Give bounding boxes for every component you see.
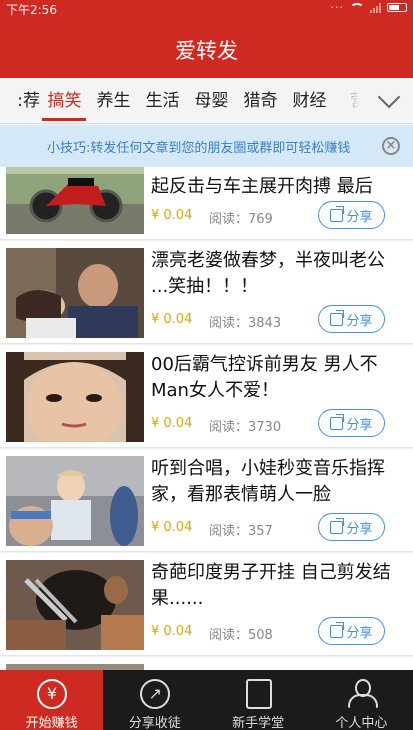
article-title[interactable]: 听到合唱，小娃秒变音乐指挥家，看那表情萌人一脸 — [151, 456, 405, 508]
close-icon[interactable]: × — [382, 137, 400, 155]
article-title[interactable]: 起反击与车主展开肉搏 最后 — [151, 174, 405, 200]
app-title: 爱转发 — [175, 39, 238, 63]
article-thumbnail — [6, 167, 144, 234]
share-icon — [330, 621, 345, 638]
book-icon — [245, 679, 272, 709]
category-tab-life[interactable]: 生活 — [138, 78, 187, 123]
expand-categories-button[interactable] — [372, 78, 413, 123]
article-thumbnail — [6, 352, 144, 442]
reward-price: ¥ 0.04 — [151, 312, 193, 327]
list-item[interactable]: 00后霸气控诉前男友 男人不Man女人不爱！ ¥ 0.04 阅读：3730 分享 — [0, 345, 413, 448]
share-icon — [330, 309, 345, 326]
article-thumbnail — [6, 456, 144, 546]
tab-beginner-school[interactable]: 新手学堂 — [207, 670, 310, 730]
bottom-tab-bar: ¥ 开始赚钱 ↗ 分享收徒 新手学堂 个人中心 — [0, 670, 413, 730]
share-button[interactable]: 分享 — [318, 201, 385, 229]
tab-label: 开始赚钱 — [25, 716, 78, 730]
article-title[interactable]: 奇葩印度男子开挂 自己剪发结果...... — [151, 560, 405, 612]
status-time: 下午2:56 — [6, 3, 57, 17]
list-item[interactable]: 漂亮老婆做春梦，半夜叫老公 ...笑抽！！！ ¥ 0.04 阅读：3843 分享 — [0, 241, 413, 344]
read-count: 阅读：769 — [209, 212, 273, 227]
tab-label: 分享收徒 — [128, 716, 181, 730]
category-tab-odd[interactable]: 猎奇 — [236, 78, 285, 123]
article-title[interactable]: 漂亮老婆做春梦，半夜叫老公 ...笑抽！！！ — [151, 248, 405, 300]
tab-personal-center[interactable]: 个人中心 — [310, 670, 413, 730]
yen-icon: ¥ — [37, 679, 67, 709]
list-item[interactable]: 起反击与车主展开肉搏 最后 ¥ 0.04 阅读：769 分享 — [0, 167, 413, 240]
reward-price: ¥ 0.04 — [151, 624, 193, 639]
category-tab-baby[interactable]: 母婴 — [187, 78, 236, 123]
tip-text: 小技巧:转发任何文章到您的朋友圈或群即可轻松赚钱 — [47, 141, 351, 156]
share-arrow-icon: ↗ — [140, 679, 171, 709]
share-button[interactable]: 分享 — [318, 305, 385, 333]
notification-dots-icon: ··· — [330, 1, 344, 14]
share-label: 分享 — [346, 209, 373, 225]
read-count: 阅读：3843 — [209, 316, 282, 331]
article-title[interactable]: 00后霸气控诉前男友 男人不Man女人不爱！ — [151, 352, 405, 404]
share-button[interactable]: 分享 — [318, 409, 385, 437]
tab-start-earning[interactable]: ¥ 开始赚钱 — [0, 670, 104, 730]
share-button[interactable]: 分享 — [318, 617, 385, 645]
article-thumbnail — [6, 248, 144, 338]
category-fade — [332, 78, 372, 123]
read-count: 阅读：508 — [209, 628, 273, 643]
signal-icon — [370, 2, 381, 13]
reward-price: ¥ 0.04 — [151, 208, 193, 223]
share-label: 分享 — [346, 625, 373, 641]
share-icon — [330, 413, 345, 430]
person-icon — [347, 679, 378, 709]
chevron-down-icon — [377, 85, 401, 109]
read-count: 阅读：357 — [209, 524, 273, 539]
list-item[interactable]: 听到合唱，小娃秒变音乐指挥家，看那表情萌人一脸 ¥ 0.04 阅读：357 分享 — [0, 449, 413, 552]
share-icon — [330, 517, 345, 534]
tip-banner: 小技巧:转发任何文章到您的朋友圈或群即可轻松赚钱 — [0, 125, 413, 167]
battery-icon — [387, 3, 407, 12]
reward-price: ¥ 0.04 — [151, 520, 193, 535]
category-tabs: :荐 搞笑 养生 生活 母婴 猎奇 财经 营 — [0, 78, 413, 124]
share-label: 分享 — [346, 313, 373, 329]
list-item[interactable] — [0, 657, 413, 670]
article-thumbnail — [6, 560, 144, 650]
active-tab-underline — [42, 118, 86, 121]
category-tab-health[interactable]: 养生 — [89, 78, 138, 123]
category-tab-finance[interactable]: 财经 — [285, 78, 334, 123]
status-icons: ··· — [330, 1, 407, 14]
wifi-icon — [350, 2, 364, 13]
share-label: 分享 — [346, 417, 373, 433]
tab-label: 个人中心 — [335, 716, 388, 730]
read-count: 阅读：3730 — [209, 420, 282, 435]
title-bar: 爱转发 — [0, 18, 413, 78]
category-tab-recommend[interactable]: :荐 — [0, 78, 40, 123]
tab-share-recruit[interactable]: ↗ 分享收徒 — [103, 670, 206, 730]
share-icon — [330, 205, 345, 222]
list-item[interactable]: 奇葩印度男子开挂 自己剪发结果...... ¥ 0.04 阅读：508 分享 — [0, 553, 413, 656]
share-button[interactable]: 分享 — [318, 513, 385, 541]
tab-label: 新手学堂 — [232, 716, 285, 730]
article-feed: 起反击与车主展开肉搏 最后 ¥ 0.04 阅读：769 分享 漂亮老婆做春梦，半… — [0, 167, 413, 670]
share-label: 分享 — [346, 521, 373, 537]
status-bar: 下午2:56 ··· — [0, 0, 413, 18]
reward-price: ¥ 0.04 — [151, 416, 193, 431]
